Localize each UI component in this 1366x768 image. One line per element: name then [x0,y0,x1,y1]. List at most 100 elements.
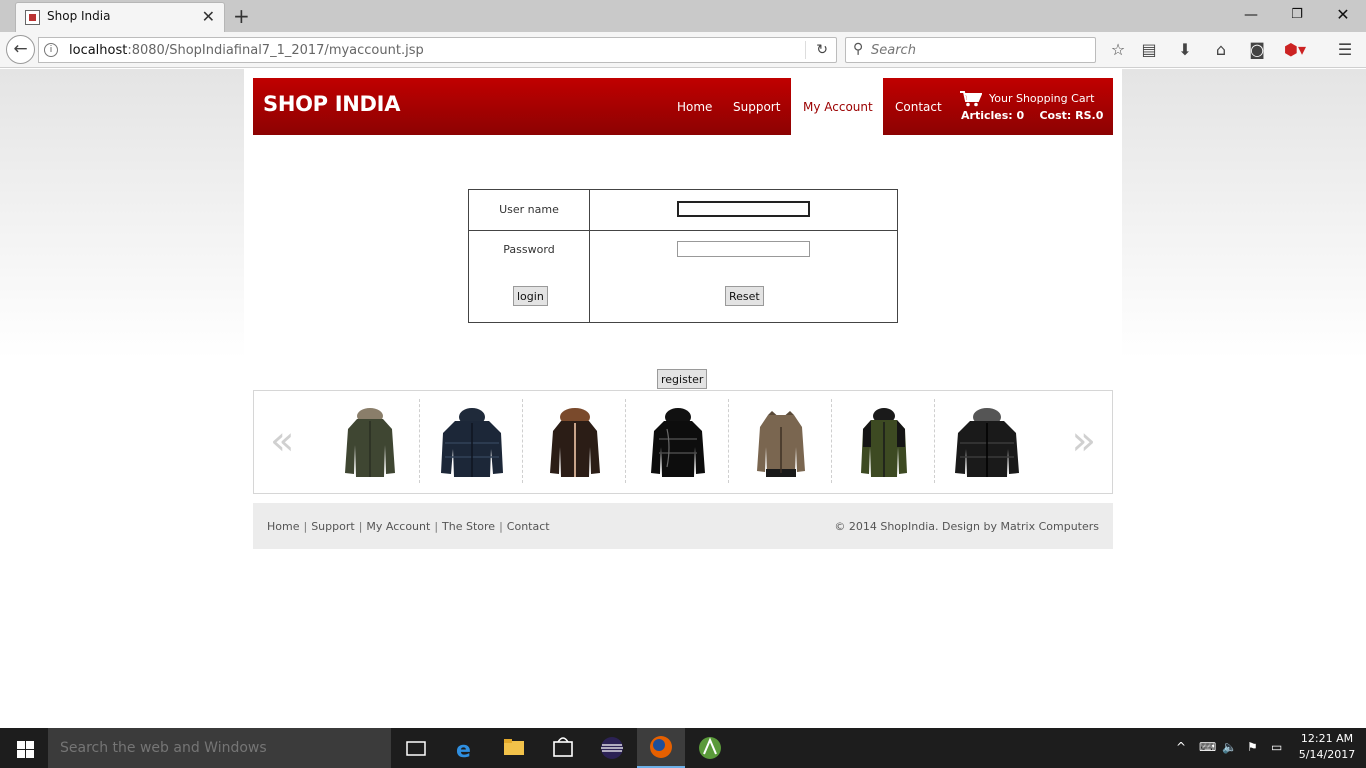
cart-title[interactable]: Your Shopping Cart [989,92,1094,105]
jacket-image [345,408,395,477]
footer-separator: | [434,520,439,533]
reading-list-icon[interactable]: ▤ [1137,40,1161,60]
search-icon: ⚲ [853,41,864,57]
nav-my-account-tab[interactable]: My Account [791,78,883,135]
footer-separator: | [499,520,503,533]
browser-tab[interactable]: Shop India ✕ [15,2,225,32]
info-icon[interactable]: i [44,43,58,57]
jacket-image [550,408,600,477]
jacket-image [757,411,805,477]
menu-hamburger-icon[interactable]: ☰ [1333,40,1357,60]
login-form: User name Password login Reset [468,189,898,323]
footer-separator: | [358,520,363,533]
footer-the-store-link[interactable]: The Store [442,520,495,533]
table-divider [469,230,897,231]
svg-text:e: e [456,738,471,763]
product-olive-fur-parka[interactable] [319,401,421,483]
jacket-image [861,408,907,477]
new-tab-icon[interactable]: + [233,3,250,29]
product-navy-puffer[interactable] [421,401,523,483]
product-brown-fur-jacket[interactable] [524,401,626,483]
carousel-divider [934,399,935,483]
jacket-image [651,408,705,477]
carousel-next-icon[interactable]: » [1072,421,1096,461]
action-center-flag-icon[interactable]: ⚑ [1247,740,1258,754]
browser-search-box[interactable]: ⚲ [845,37,1096,63]
site-header: SHOP INDIA Home Support My Account Conta… [253,78,1113,135]
taskbar-search-box[interactable] [48,728,391,768]
windows-start-icon[interactable] [0,728,48,768]
minimize-window-icon[interactable]: — [1228,3,1274,27]
reset-button[interactable]: Reset [725,286,764,306]
footer-home-link[interactable]: Home [267,520,299,533]
copyright-text: © 2014 ShopIndia. Design by Matrix Compu… [834,520,1099,533]
firefox-icon[interactable] [637,728,685,768]
product-black-hooded-puffer[interactable] [936,401,1038,483]
bookmark-star-icon[interactable]: ☆ [1106,40,1130,60]
adblock-icon[interactable]: ⬢▾ [1283,40,1307,60]
nav-home-link[interactable]: Home [677,100,712,114]
store-icon[interactable] [539,728,587,768]
site-footer: Home | Support | My Account | The Store | Contac… [253,503,1113,549]
file-explorer-icon[interactable] [490,728,538,768]
browser-tab-strip: Shop India ✕ + — ❐ ✕ [0,0,1366,32]
back-arrow-icon[interactable]: ← [6,35,35,64]
reload-icon[interactable]: ↻ [805,41,828,59]
edge-browser-icon[interactable]: e [441,728,489,768]
carousel-divider [522,399,523,483]
carousel-prev-icon[interactable]: « [270,421,294,461]
footer-separator: | [303,520,308,533]
nav-support-link[interactable]: Support [733,100,780,114]
footer-contact-link[interactable]: Contact [507,520,550,533]
downloads-icon[interactable]: ⬇ [1173,40,1197,60]
network-icon[interactable]: ⌨ [1199,740,1216,754]
page-container: SHOP INDIA Home Support My Account Conta… [244,69,1122,549]
footer-my-account-link[interactable]: My Account [366,520,430,533]
android-studio-icon[interactable] [686,728,734,768]
clock-date: 5/14/2017 [1298,748,1356,761]
address-bar[interactable]: i localhost:8080/ShopIndiafinal7_1_2017/… [38,37,837,63]
shopping-cart-icon[interactable] [960,91,982,107]
carousel-divider [831,399,832,483]
carousel-divider [419,399,420,483]
volume-icon[interactable]: 🔈 [1222,740,1237,754]
login-button[interactable]: login [513,286,548,306]
carousel-divider [625,399,626,483]
product-carousel: « » [253,390,1113,494]
taskbar-clock[interactable]: 12:21 AM 5/14/2017 [1296,731,1358,763]
nav-my-account-link[interactable]: My Account [803,100,873,114]
page-favicon-icon [25,10,40,25]
web-viewport: SHOP INDIA Home Support My Account Conta… [0,69,1366,728]
cart-summary: Articles: 0 Cost: RS.0 [961,109,1104,122]
table-divider [589,190,590,322]
url-text[interactable]: localhost:8080/ShopIndiafinal7_1_2017/my… [69,43,424,58]
carousel-divider [728,399,729,483]
taskbar-search-input[interactable] [60,738,380,758]
username-input[interactable] [677,201,810,217]
password-input[interactable] [677,241,810,257]
eclipse-icon[interactable] [588,728,636,768]
close-tab-icon[interactable]: ✕ [202,7,215,27]
url-host: localhost [69,43,128,58]
browser-toolbar: ← i localhost:8080/ShopIndiafinal7_1_201… [0,32,1366,68]
footer-support-link[interactable]: Support [311,520,354,533]
nav-contact-link[interactable]: Contact [895,100,942,114]
task-view-icon[interactable] [392,728,440,768]
close-window-icon[interactable]: ✕ [1320,3,1366,27]
register-button[interactable]: register [657,369,708,389]
tab-title: Shop India [47,9,111,23]
pocket-icon[interactable]: ◙ [1245,40,1269,60]
site-logo[interactable]: SHOP INDIA [263,92,400,116]
notifications-icon[interactable]: ▭ [1271,740,1282,754]
jacket-image [955,408,1019,477]
product-green-black-parka[interactable] [833,401,935,483]
url-path: :8080/ShopIndiafinal7_1_2017/myaccount.j… [127,43,424,58]
home-icon[interactable]: ⌂ [1209,40,1233,60]
jacket-image [441,408,503,477]
browser-search-input[interactable] [871,41,1086,59]
show-hidden-icons-icon[interactable]: ^ [1176,740,1186,754]
product-brown-bomber[interactable] [730,401,832,483]
product-black-shiny-puffer[interactable] [627,401,729,483]
clock-time: 12:21 AM [1300,732,1354,745]
restore-window-icon[interactable]: ❐ [1274,3,1320,27]
